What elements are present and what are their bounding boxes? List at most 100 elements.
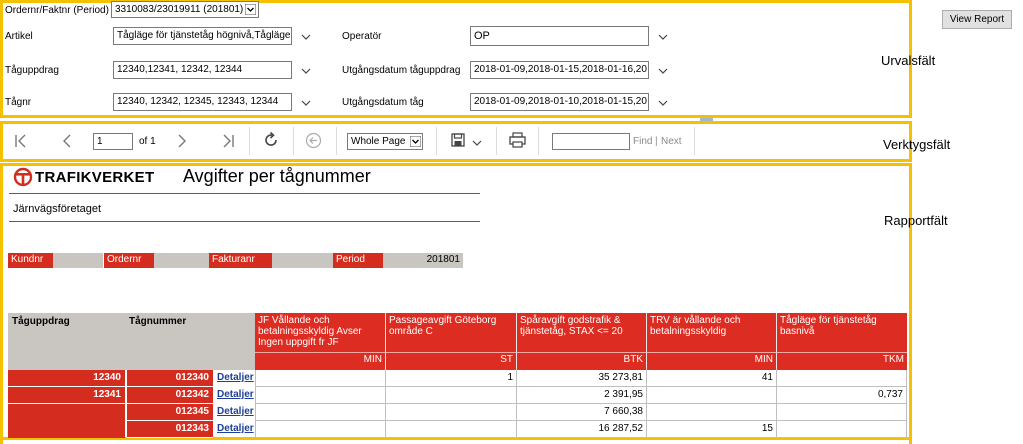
unit-col-passageavgift: ST bbox=[386, 352, 517, 370]
artikel-field[interactable]: Tågläge för tjänstetåg högnivå,Tågläge bbox=[113, 27, 292, 45]
operator-field[interactable]: OP bbox=[470, 26, 649, 46]
detaljer-link[interactable]: Detaljer bbox=[217, 370, 254, 386]
ordernr-label: Ordernr/Faktnr (Period) bbox=[5, 5, 109, 16]
first-page-icon[interactable] bbox=[14, 133, 28, 149]
unit-col-sparavgift: BTK bbox=[517, 352, 647, 370]
zone-label-verktyg: Verktygsfält bbox=[883, 137, 951, 152]
toolbar-separator bbox=[293, 127, 294, 155]
utg-tag-field[interactable]: 2018-01-09,2018-01-10,2018-01-15,20 bbox=[470, 93, 649, 111]
tagnr-value: 12340, 12342, 12345, 12343, 12344 bbox=[117, 96, 279, 107]
table-cell bbox=[386, 404, 517, 421]
toolbar-separator bbox=[538, 127, 539, 155]
report-title: Avgifter per tågnummer bbox=[183, 166, 371, 186]
toolbar-separator bbox=[249, 127, 250, 155]
fakturanr-label: Fakturanr bbox=[209, 253, 272, 268]
previous-page-icon[interactable] bbox=[60, 133, 74, 149]
table-cell bbox=[386, 387, 517, 404]
tagnr-label: Tågnr bbox=[5, 97, 32, 108]
print-icon[interactable] bbox=[509, 132, 526, 148]
zoom-value: Whole Page bbox=[351, 136, 406, 147]
table-cell: 16 287,52 bbox=[517, 421, 647, 438]
detaljer-link[interactable]: Detaljer bbox=[217, 387, 254, 403]
table-row-tagnr: 012345 bbox=[127, 404, 213, 421]
table-row-tagnr: 012343 bbox=[127, 421, 213, 438]
find-next-link[interactable]: Next bbox=[661, 136, 682, 147]
report-subtitle: Järnvägsföretaget bbox=[13, 203, 102, 215]
toolbar-separator bbox=[436, 127, 437, 155]
tagnr-field[interactable]: 12340, 12342, 12345, 12343, 12344 bbox=[113, 93, 292, 111]
title-rule bbox=[9, 193, 480, 194]
toolbar-separator bbox=[496, 127, 497, 155]
back-icon[interactable] bbox=[305, 132, 322, 149]
dropdown-arrow-icon[interactable] bbox=[410, 136, 421, 147]
find-separator: | bbox=[655, 136, 658, 147]
find-input[interactable] bbox=[552, 133, 630, 150]
artikel-value: Tågläge för tjänstetåg högnivå,Tågläge bbox=[117, 30, 291, 41]
detaljer-link[interactable]: Detaljer bbox=[217, 421, 254, 437]
artikel-label: Artikel bbox=[5, 31, 33, 42]
page-count-label: of 1 bbox=[139, 136, 156, 147]
operator-label: Operatör bbox=[342, 31, 382, 42]
header-taguppdrag: Tåguppdrag bbox=[8, 313, 125, 370]
table-cell bbox=[777, 421, 907, 438]
chevron-down-icon[interactable] bbox=[657, 98, 669, 108]
kundnr-value bbox=[53, 253, 103, 268]
chevron-down-icon[interactable] bbox=[300, 98, 312, 108]
table-cell bbox=[255, 404, 386, 421]
zone-label-rapport: Rapportfält bbox=[884, 213, 948, 228]
table-cell: 2 391,95 bbox=[517, 387, 647, 404]
chevron-down-icon[interactable] bbox=[300, 66, 312, 76]
taguppdrag-value: 12340,12341, 12342, 12344 bbox=[117, 64, 243, 75]
ordernr-select[interactable]: 3310083/23019911 (201801) bbox=[111, 1, 259, 18]
fakturanr-value bbox=[272, 253, 333, 268]
table-cell bbox=[647, 387, 777, 404]
chevron-down-icon[interactable] bbox=[471, 138, 483, 148]
table-cell: 7 660,38 bbox=[517, 404, 647, 421]
period-label: Period bbox=[333, 253, 383, 268]
table-cell: 1 bbox=[386, 370, 517, 387]
utg-taguppdrag-label: Utgångsdatum tåguppdrag bbox=[342, 65, 461, 76]
table-cell bbox=[255, 370, 386, 387]
chevron-down-icon[interactable] bbox=[657, 66, 669, 76]
taguppdrag-label: Tåguppdrag bbox=[5, 65, 59, 76]
chevron-down-icon[interactable] bbox=[657, 32, 669, 42]
unit-col-taglage: TKM bbox=[777, 352, 907, 370]
table-row-uppdrag bbox=[8, 404, 125, 438]
table-cell bbox=[777, 404, 907, 421]
unit-col-trv-vallande: MIN bbox=[647, 352, 777, 370]
page-number-input[interactable]: 1 bbox=[93, 133, 133, 150]
zoom-select[interactable]: Whole Page bbox=[347, 133, 423, 150]
ordernr-value: 3310083/23019911 (201801) bbox=[115, 4, 244, 15]
header-col-trv-vallande: TRV är vållande och betalningsskyldig bbox=[647, 313, 777, 352]
table-cell bbox=[386, 421, 517, 438]
utg-taguppdrag-value: 2018-01-09,2018-01-15,2018-01-16,20 bbox=[474, 64, 647, 75]
chevron-down-icon[interactable] bbox=[300, 32, 312, 42]
dropdown-arrow-icon[interactable] bbox=[245, 4, 256, 15]
save-icon[interactable] bbox=[451, 133, 465, 147]
table-cell: 35 273,81 bbox=[517, 370, 647, 387]
trafikverket-logo-icon bbox=[13, 167, 33, 187]
find-link[interactable]: Find bbox=[633, 136, 652, 147]
table-row-uppdrag: 12341 bbox=[8, 387, 125, 404]
header-col-sparavgift: Spåravgift godstrafik & tjänstetåg, STAX… bbox=[517, 313, 647, 352]
header-detail bbox=[213, 313, 255, 370]
last-page-icon[interactable] bbox=[221, 133, 235, 149]
operator-value: OP bbox=[474, 30, 490, 42]
refresh-icon[interactable] bbox=[262, 131, 280, 149]
table-cell bbox=[777, 370, 907, 387]
detaljer-link[interactable]: Detaljer bbox=[217, 404, 254, 420]
table-cell: 0,737 bbox=[777, 387, 907, 404]
table-cell: 15 bbox=[647, 421, 777, 438]
next-page-icon[interactable] bbox=[175, 133, 189, 149]
view-report-label: View Report bbox=[949, 14, 1005, 25]
zone-label-urval: Urvalsfält bbox=[881, 53, 936, 68]
period-value: 201801 bbox=[383, 253, 463, 268]
utg-taguppdrag-field[interactable]: 2018-01-09,2018-01-15,2018-01-16,20 bbox=[470, 61, 649, 79]
subtitle-rule bbox=[9, 221, 480, 222]
page-number-value: 1 bbox=[97, 136, 103, 147]
view-report-button[interactable]: View Report bbox=[942, 10, 1012, 29]
toolbar-separator bbox=[336, 127, 337, 155]
header-tagnummer: Tågnummer bbox=[125, 313, 213, 370]
report-logo-text: TRAFIKVERKET bbox=[35, 169, 155, 186]
taguppdrag-field[interactable]: 12340,12341, 12342, 12344 bbox=[113, 61, 292, 79]
